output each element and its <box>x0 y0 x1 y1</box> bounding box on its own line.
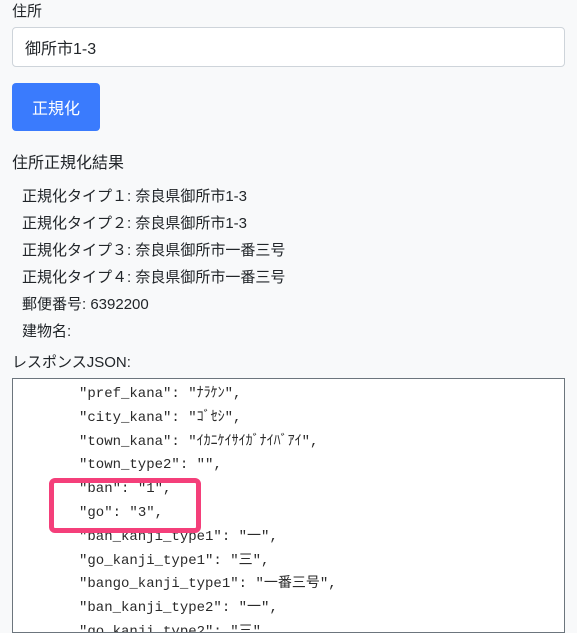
json-key: "go_kanji_type2" <box>79 624 213 633</box>
result-label: 正規化タイプ３: <box>22 242 135 259</box>
json-value: "" <box>197 457 214 473</box>
json-value: "三" <box>230 553 261 569</box>
address-label: 住所 <box>12 0 565 21</box>
json-value: "ﾅﾗｹﾝ" <box>188 386 233 402</box>
address-input[interactable] <box>12 27 565 67</box>
json-value: "1" <box>138 481 163 497</box>
json-key: "pref_kana" <box>79 386 171 402</box>
json-line: "ban": "1", <box>13 478 564 502</box>
result-row: 建物名: <box>22 320 565 341</box>
result-row: 正規化タイプ３: 奈良県御所市一番三号 <box>22 239 565 260</box>
result-label: 正規化タイプ２: <box>22 215 135 232</box>
json-line: "go": "3", <box>13 502 564 526</box>
json-line: "go_kanji_type1": "三", <box>13 550 564 574</box>
json-value: "ｺﾞｾｼ" <box>188 410 233 426</box>
json-line: "town_kana": "ｲｶﾆｹｲｻｲｶﾞﾅｲﾊﾞｱｲ", <box>13 431 564 455</box>
result-label: 正規化タイプ４: <box>22 269 135 286</box>
result-value: 奈良県御所市一番三号 <box>135 269 285 286</box>
result-value: 6392200 <box>90 296 148 313</box>
results-list: 正規化タイプ１: 奈良県御所市1-3 正規化タイプ２: 奈良県御所市1-3 正規… <box>12 185 565 341</box>
json-line: "city_kana": "ｺﾞｾｼ", <box>13 407 564 431</box>
result-label: 正規化タイプ１: <box>22 188 135 205</box>
json-value: "一" <box>239 600 270 616</box>
json-line: "pref_kana": "ﾅﾗｹﾝ", <box>13 383 564 407</box>
json-value: "一" <box>239 529 270 545</box>
json-key: "ban_kanji_type1" <box>79 529 222 545</box>
json-line: "town_type2": "", <box>13 454 564 478</box>
json-key: "bango_kanji_type1" <box>79 576 239 592</box>
json-key: "ban_kanji_type2" <box>79 600 222 616</box>
json-key: "go" <box>79 505 113 521</box>
result-row: 正規化タイプ２: 奈良県御所市1-3 <box>22 212 565 233</box>
json-line: "go_kanji_type2": "三", <box>13 621 564 633</box>
json-line: "ban_kanji_type2": "一", <box>13 597 564 621</box>
results-title: 住所正規化結果 <box>12 149 565 173</box>
json-title: レスポンスJSON: <box>12 351 565 372</box>
json-value: "ｲｶﾆｹｲｻｲｶﾞﾅｲﾊﾞｱｲ" <box>188 434 310 450</box>
json-value: "三" <box>230 624 261 633</box>
json-value: "3" <box>129 505 154 521</box>
result-value: 奈良県御所市1-3 <box>135 215 247 232</box>
result-row: 正規化タイプ４: 奈良県御所市一番三号 <box>22 266 565 287</box>
json-response-box[interactable]: "pref_kana": "ﾅﾗｹﾝ","city_kana": "ｺﾞｾｼ",… <box>12 378 565 633</box>
json-key: "town_kana" <box>79 434 171 450</box>
json-line: "ban_kanji_type1": "一", <box>13 526 564 550</box>
result-label: 郵便番号: <box>22 296 90 313</box>
json-line: "bango_kanji_type1": "一番三号", <box>13 573 564 597</box>
result-row: 正規化タイプ１: 奈良県御所市1-3 <box>22 185 565 206</box>
result-label: 建物名: <box>22 323 71 340</box>
result-value: 奈良県御所市一番三号 <box>135 242 285 259</box>
result-value: 奈良県御所市1-3 <box>135 188 247 205</box>
json-key: "ban" <box>79 481 121 497</box>
json-value: "一番三号" <box>255 576 328 592</box>
json-key: "city_kana" <box>79 410 171 426</box>
json-key: "town_type2" <box>79 457 180 473</box>
result-row: 郵便番号: 6392200 <box>22 293 565 314</box>
normalize-button[interactable]: 正規化 <box>12 83 100 131</box>
json-key: "go_kanji_type1" <box>79 553 213 569</box>
